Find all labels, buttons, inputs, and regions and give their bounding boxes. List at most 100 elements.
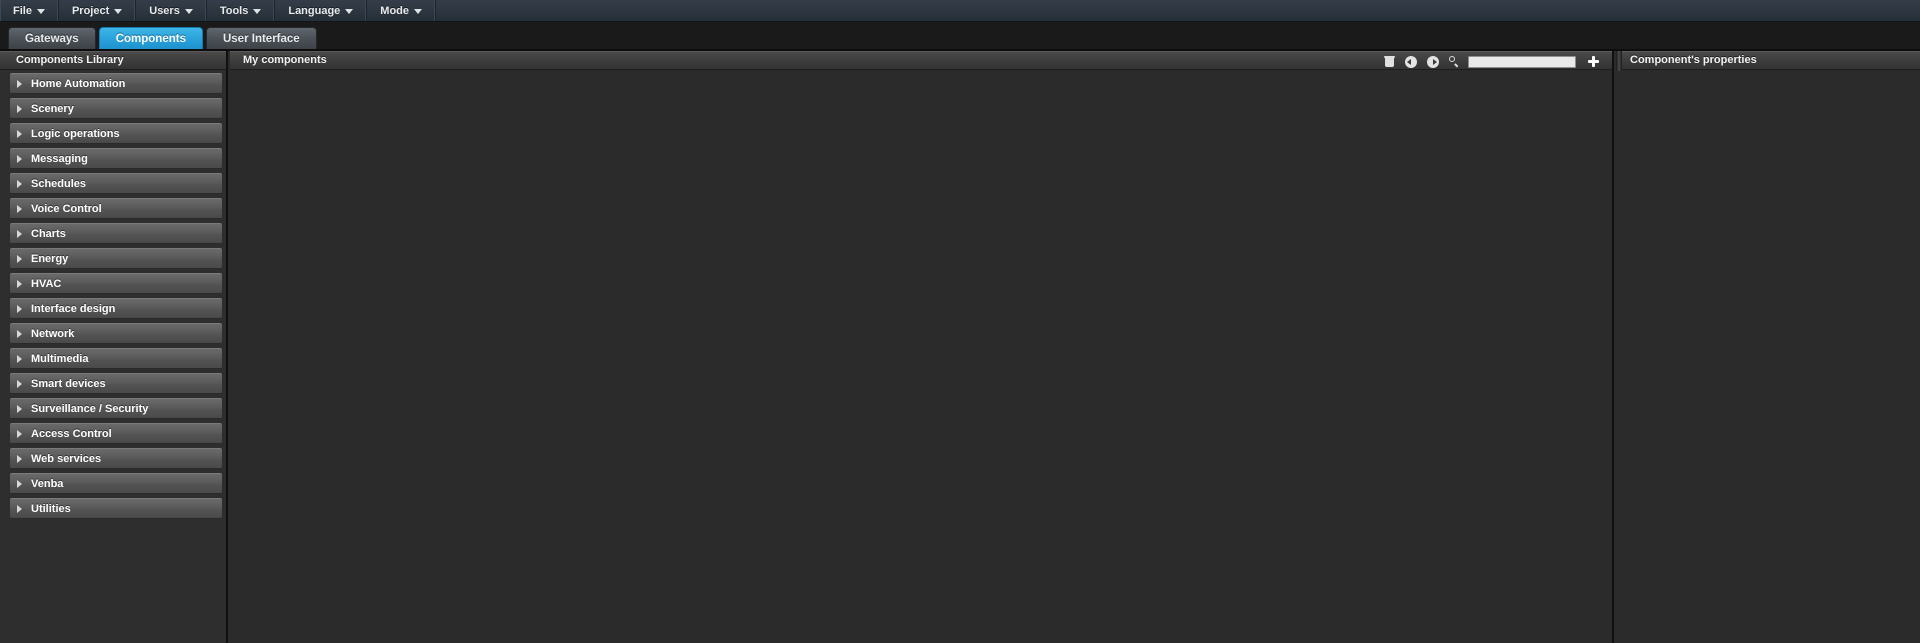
trash-icon [1383,56,1395,67]
sidebar-item-label: HVAC [31,277,62,290]
sidebar-item-energy[interactable]: Energy [10,248,222,269]
sidebar-item-venba[interactable]: Venba [10,473,222,494]
circle-arrow-left-icon [1405,55,1417,68]
search-input[interactable] [1468,55,1576,68]
chevron-right-icon [17,404,22,413]
chevron-right-icon [17,304,22,313]
plus-icon [1587,56,1599,67]
menu-bar: File Project Users Tools Language Mode [0,0,1920,22]
sidebar-item-label: Web services [31,452,102,465]
menu-item-file-label: File [13,4,32,17]
add-component-button[interactable] [1582,52,1604,71]
tab-components[interactable]: Components [98,27,203,49]
application-window: File Project Users Tools Language Mode G… [0,0,1920,643]
chevron-right-icon [17,354,22,363]
component-properties-body [1616,71,1920,643]
sidebar-item-scenery[interactable]: Scenery [10,98,222,119]
sidebar-item-home-automation[interactable]: Home Automation [10,73,222,94]
menu-item-mode[interactable]: Mode [367,0,437,21]
sidebar-item-label: Multimedia [31,352,89,365]
my-components-header: My components [230,51,1612,70]
chevron-right-icon [17,154,22,163]
sidebar-item-charts[interactable]: Charts [10,223,222,244]
chevron-down-icon [36,9,45,14]
component-properties-title: Component's properties [1616,51,1920,70]
search-icon [1448,56,1460,67]
sidebar-item-schedules[interactable]: Schedules [10,173,222,194]
sidebar-item-voice-control[interactable]: Voice Control [10,198,222,219]
menu-item-tools[interactable]: Tools [207,0,276,21]
my-components-panel: My components [230,51,1614,643]
sidebar-item-label: Smart devices [31,377,106,390]
chevron-right-icon [17,504,22,513]
menu-item-project[interactable]: Project [59,0,137,21]
sidebar-item-label: Venba [31,477,64,490]
sidebar-item-interface-design[interactable]: Interface design [10,298,222,319]
components-library-title: Components Library [0,51,226,70]
my-components-toolbar [1378,52,1604,71]
sidebar-item-hvac[interactable]: HVAC [10,273,222,294]
chevron-right-icon [17,79,22,88]
navigate-forward-button[interactable] [1422,52,1444,71]
sidebar-item-label: Interface design [31,302,116,315]
tab-user-interface[interactable]: User Interface [205,27,317,49]
search-affordance [1444,52,1466,71]
sidebar-item-label: Scenery [31,102,74,115]
chevron-right-icon [17,129,22,138]
sidebar-item-label: Home Automation [31,77,126,90]
sidebar-item-label: Network [31,327,75,340]
sidebar-item-label: Charts [31,227,66,240]
sidebar-item-network[interactable]: Network [10,323,222,344]
sidebar-item-messaging[interactable]: Messaging [10,148,222,169]
chevron-right-icon [17,179,22,188]
sidebar-item-label: Energy [31,252,69,265]
sidebar-item-web-services[interactable]: Web services [10,448,222,469]
menu-item-file[interactable]: File [0,0,59,21]
sidebar-item-label: Surveillance / Security [31,402,149,415]
circle-arrow-right-icon [1427,55,1439,68]
chevron-right-icon [17,229,22,238]
sidebar-item-label: Utilities [31,502,71,515]
chevron-right-icon [17,204,22,213]
sidebar-item-label: Schedules [31,177,87,190]
chevron-right-icon [17,479,22,488]
chevron-right-icon [17,429,22,438]
menu-item-tools-label: Tools [219,4,249,17]
workspace: Components Library Home Automation Scene… [0,49,1920,643]
chevron-down-icon [253,9,262,14]
chevron-right-icon [17,104,22,113]
tab-bar: Gateways Components User Interface [0,22,1920,49]
my-components-title: My components [243,54,327,66]
sidebar-item-label: Access Control [31,427,112,440]
chevron-right-icon [17,279,22,288]
sidebar-item-label: Logic operations [31,127,120,140]
chevron-right-icon [17,454,22,463]
chevron-right-icon [17,254,22,263]
menu-item-users-label: Users [149,4,180,17]
chevron-down-icon [345,9,354,14]
menu-item-mode-label: Mode [380,4,410,17]
my-components-canvas[interactable] [230,71,1612,643]
sidebar-item-surveillance-security[interactable]: Surveillance / Security [10,398,222,419]
sidebar-item-access-control[interactable]: Access Control [10,423,222,444]
sidebar-item-multimedia[interactable]: Multimedia [10,348,222,369]
component-properties-panel: Component's properties [1616,51,1920,643]
menu-item-project-label: Project [71,4,110,17]
sidebar-item-utilities[interactable]: Utilities [10,498,222,519]
components-library-list: Home Automation Scenery Logic operations… [0,71,226,643]
menu-item-users[interactable]: Users [136,0,207,21]
sidebar-item-smart-devices[interactable]: Smart devices [10,373,222,394]
sidebar-item-label: Voice Control [31,202,102,215]
chevron-right-icon [17,379,22,388]
delete-component-button[interactable] [1378,52,1400,71]
sidebar-item-label: Messaging [31,152,88,165]
navigate-back-button[interactable] [1400,52,1422,71]
components-library-panel: Components Library Home Automation Scene… [0,51,228,643]
chevron-down-icon [184,9,193,14]
menu-item-language-label: Language [288,4,341,17]
chevron-down-icon [414,9,423,14]
chevron-right-icon [17,329,22,338]
tab-gateways[interactable]: Gateways [8,27,96,49]
menu-item-language[interactable]: Language [275,0,368,21]
sidebar-item-logic-operations[interactable]: Logic operations [10,123,222,144]
